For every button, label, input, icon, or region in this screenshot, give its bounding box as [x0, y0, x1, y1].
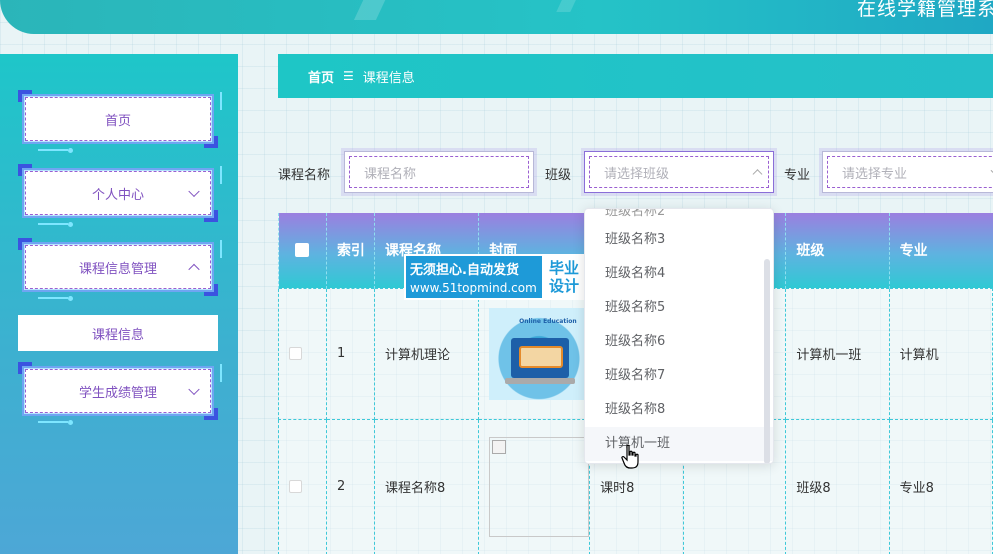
row-checkbox[interactable]	[289, 480, 302, 493]
watermark-banner: 无须担心.自动发货 www.51topmind.com 毕业 设计	[404, 254, 588, 300]
header-decoration	[353, 0, 389, 20]
hand-cursor-icon	[621, 444, 639, 469]
header-decoration	[556, 0, 578, 12]
dropdown-option[interactable]: 班级名称2	[585, 209, 773, 223]
course-name-label: 课程名称	[278, 168, 331, 183]
header-index: 索引	[325, 213, 375, 288]
sidebar-item-grade-management[interactable]: 学生成绩管理	[18, 362, 222, 425]
sidebar-item-label: 课程信息管理	[78, 261, 157, 277]
dropdown-option[interactable]: 计算机一班	[585, 427, 773, 461]
sidebar-item-profile[interactable]: 个人中心	[18, 164, 222, 227]
row-checkbox[interactable]	[289, 347, 302, 360]
dropdown-option[interactable]: 班级名称4	[585, 257, 773, 291]
breadcrumb-current: 课程信息	[362, 70, 415, 86]
dropdown-option[interactable]: 班级名称3	[585, 223, 773, 257]
dropdown-option[interactable]: 班级名称6	[585, 325, 773, 359]
sidebar-subitem-course-info[interactable]: 课程信息	[18, 315, 218, 351]
sidebar-item-label: 首页	[104, 113, 131, 129]
select-all-header	[278, 213, 327, 288]
broken-image-icon	[492, 439, 507, 454]
app-title: 在线学籍管理系统	[857, 0, 993, 20]
dropdown-option[interactable]: 班级名称5	[585, 291, 773, 325]
major-select[interactable]: 请选择专业	[822, 151, 993, 193]
app-header: 在线学籍管理系统	[0, 0, 993, 34]
book-icon	[519, 345, 564, 368]
class-label: 班级	[545, 168, 572, 183]
header-class: 班级	[785, 213, 890, 288]
course-name-input[interactable]: 课程名称	[344, 151, 534, 193]
class-dropdown: 班级名称2 班级名称3 班级名称4 班级名称5 班级名称6 班级名称7 班级名称…	[584, 208, 774, 464]
sidebar: 首页 个人中心 课程信息管理 课程信息 学生成绩管理	[0, 54, 238, 554]
sidebar-item-label: 学生成绩管理	[78, 385, 157, 401]
select-all-checkbox[interactable]	[295, 243, 310, 258]
breadcrumb-separator-icon: ☰	[343, 69, 354, 83]
course-cover-image: Online Education	[489, 307, 590, 400]
sidebar-item-course-management[interactable]: 课程信息管理	[18, 238, 222, 301]
class-select[interactable]: 请选择班级	[584, 151, 774, 193]
sidebar-item-home[interactable]: 首页	[18, 90, 222, 153]
dropdown-option[interactable]: 班级名称7	[585, 359, 773, 393]
sidebar-item-label: 个人中心	[91, 187, 144, 203]
dropdown-option[interactable]: 班级名称8	[585, 393, 773, 427]
major-label: 专业	[784, 168, 811, 183]
header-major: 专业	[888, 213, 993, 288]
breadcrumb-home[interactable]: 首页	[308, 67, 334, 86]
breadcrumb: 首页 ☰ 课程信息	[278, 54, 993, 98]
course-cover-image	[489, 436, 590, 537]
dropdown-scrollbar[interactable]	[764, 259, 770, 463]
